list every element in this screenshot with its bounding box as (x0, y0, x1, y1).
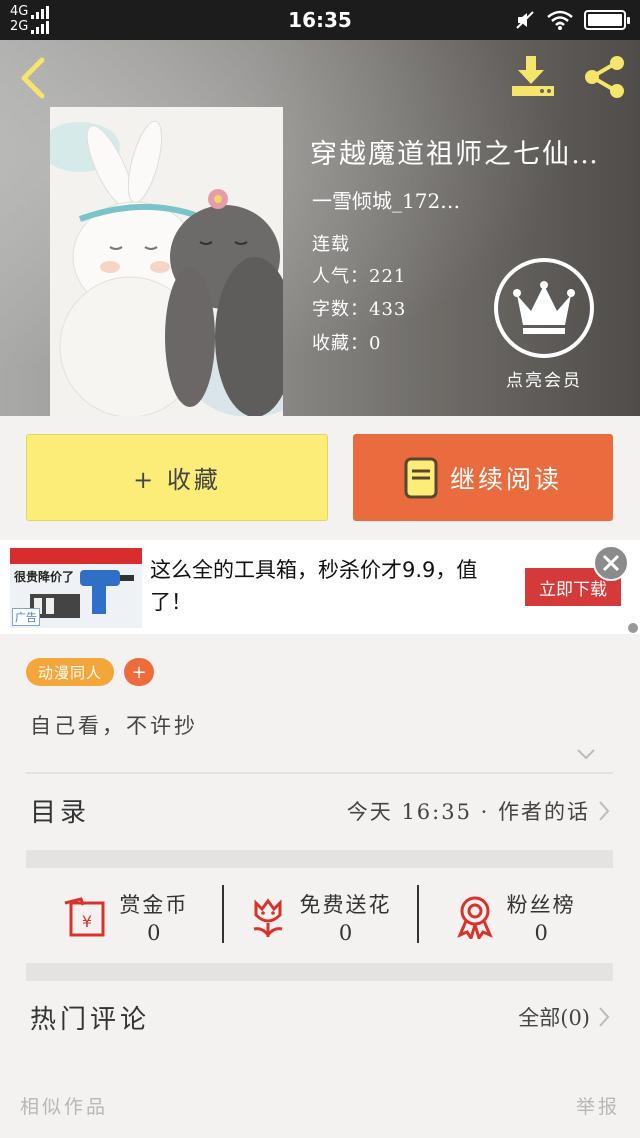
wifi-icon (547, 10, 573, 30)
book-word-count: 字数：433 (312, 299, 407, 320)
chevron-right-icon (599, 1007, 610, 1027)
toc-latest[interactable]: 今天 16:35 · 作者的话 (347, 796, 610, 826)
action-bar: + 收藏 继续阅读 (0, 416, 640, 540)
book-status: 连载 (312, 234, 350, 255)
book-author[interactable]: 一雪倾城_172… (312, 185, 512, 214)
section-separator (26, 850, 613, 868)
stat-label: 赏金币 (119, 893, 189, 917)
section-separator (26, 963, 613, 981)
book-favorites: 收藏：0 (312, 333, 382, 354)
continue-reading-button[interactable]: 继续阅读 (353, 434, 613, 521)
download-button[interactable] (508, 54, 558, 100)
report-link[interactable]: 举报 (576, 1092, 620, 1119)
tag-list: 动漫同人 + (26, 658, 155, 686)
hot-comments-label: 热门评论 (30, 1005, 151, 1035)
stat-label: 免费送花 (299, 893, 392, 917)
similar-works-label: 相似作品 (20, 1096, 109, 1118)
share-button[interactable] (580, 54, 628, 100)
divider (26, 772, 613, 774)
vip-badge (494, 258, 594, 358)
all-comments-link[interactable]: 全部(0) (518, 1002, 610, 1032)
flower-icon (253, 898, 282, 938)
book-description: 自己看，不许抄 (30, 714, 198, 738)
book-popularity: 人气：221 (312, 266, 407, 287)
ad-tag: 广告 (12, 608, 40, 626)
all-comments-label: 全部(0) (518, 1006, 590, 1030)
add-tag-button[interactable]: + (124, 658, 155, 686)
crown-icon (513, 281, 575, 334)
stat-value: 0 (534, 921, 548, 945)
mute-icon (516, 11, 534, 29)
back-button[interactable] (14, 56, 54, 100)
chevron-left-icon (21, 57, 45, 99)
book-detail-screen: 4G 2G 16:35 穿越魔道祖师之七仙… 一雪倾城_172… 连载 人气：2… (0, 0, 640, 1138)
toc-latest-text: 今天 16:35 · 作者的话 (346, 800, 590, 824)
status-bar: 4G 2G 16:35 (0, 0, 640, 40)
free-flowers[interactable]: 免费送花 0 (221, 869, 418, 965)
reward-stats: ¥ 赏金币 0 免费送花 0 粉丝榜 0 (26, 869, 613, 965)
download-icon (512, 56, 554, 96)
cover-illustration (50, 107, 283, 416)
red-envelope-icon: ¥ (64, 897, 105, 937)
share-icon (585, 56, 624, 98)
battery-icon (584, 10, 630, 30)
fan-ranking[interactable]: 粉丝榜 0 (417, 869, 613, 965)
stat-value: 0 (338, 921, 353, 945)
ad-image: 很贵降价了 广告 (10, 548, 142, 628)
expand-description-button[interactable] (576, 746, 596, 765)
chevron-down-icon (577, 749, 595, 760)
toc-label[interactable]: 目录 (30, 792, 90, 829)
award-ribbon-icon (456, 896, 493, 939)
book-details: 动漫同人 + 自己看，不许抄 目录 今天 16:35 · 作者的话 ¥ 赏金币 … (0, 634, 640, 1138)
add-favorite-button[interactable]: + 收藏 (26, 434, 328, 521)
ad-banner[interactable]: 很贵降价了 广告 这么全的工具箱，秒杀价才9.9，值了！ 立即下载 (0, 540, 640, 634)
ad-close-button[interactable] (593, 545, 629, 581)
stat-label: 粉丝榜 (506, 893, 576, 917)
vip-button[interactable]: 点亮会员 (492, 258, 596, 391)
tag-anime-fanfic[interactable]: 动漫同人 (26, 658, 115, 686)
close-icon (602, 554, 620, 572)
stat-value: 0 (147, 921, 161, 945)
ad-text: 这么全的工具箱，秒杀价才9.9，值了！ (150, 558, 478, 614)
book-title: 穿越魔道祖师之七仙… (310, 139, 600, 170)
vip-label: 点亮会员 (506, 371, 582, 391)
chevron-right-icon (599, 801, 610, 821)
svg-text:¥: ¥ (82, 912, 92, 931)
status-icons (514, 9, 630, 31)
ad-info-icon[interactable] (628, 623, 638, 633)
book-cover[interactable] (50, 107, 283, 416)
continue-reading-label: 继续阅读 (449, 464, 562, 494)
book-header: 穿越魔道祖师之七仙… 一雪倾城_172… 连载 人气：221 字数：433 收藏… (0, 40, 640, 416)
book-icon (404, 457, 438, 498)
reward-coins[interactable]: ¥ 赏金币 0 (26, 869, 222, 965)
